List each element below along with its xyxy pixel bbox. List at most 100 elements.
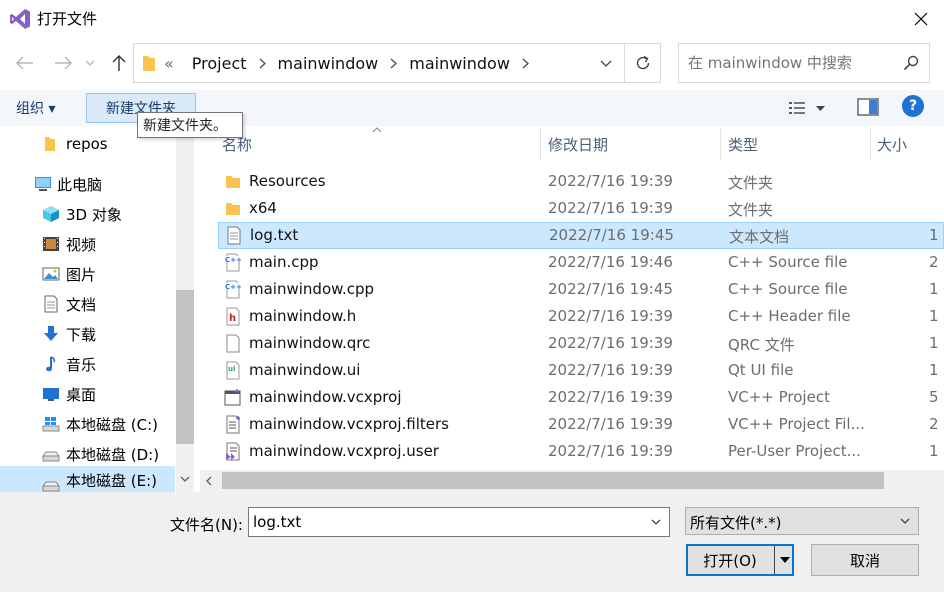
nav-item-3d-objects[interactable]: 3D 对象 (0, 199, 175, 229)
nav-item-videos[interactable]: 视频 (0, 229, 175, 259)
nav-item-label: 下载 (66, 325, 97, 344)
file-size: 5 (929, 388, 939, 406)
chevron-down-icon (651, 519, 661, 525)
preview-pane-icon[interactable] (857, 98, 879, 116)
file-name: mainwindow.vcxproj.user (249, 442, 439, 460)
chevron-right-icon[interactable] (387, 58, 400, 69)
file-row[interactable]: h mainwindow.h 2022/7/16 19:39 C++ Heade… (218, 303, 944, 330)
file-row[interactable]: mainwindow.vcxproj.filters 2022/7/16 19:… (218, 411, 944, 438)
file-row[interactable]: mainwindow.vcxproj.user 2022/7/16 19:39 … (218, 438, 944, 465)
open-button[interactable]: 打开(O) (688, 546, 772, 574)
file-name: mainwindow.vcxproj.filters (249, 415, 449, 433)
nav-item-downloads[interactable]: 下载 (0, 319, 175, 349)
help-button[interactable]: ? (902, 95, 924, 117)
file-name: main.cpp (249, 253, 319, 271)
chevron-down-icon[interactable] (180, 476, 190, 482)
chevron-left-icon[interactable] (206, 476, 212, 486)
arrow-left-icon (16, 56, 33, 70)
chevron-right-icon[interactable] (519, 58, 532, 69)
pictures-icon (42, 267, 60, 281)
nav-pane-scroll-thumb[interactable] (176, 290, 194, 444)
nav-item-drive-c[interactable]: 本地磁盘 (C:) (0, 409, 175, 439)
filename-dropdown-button[interactable] (646, 508, 666, 536)
file-list-header: 名称 修改日期 类型 大小 (200, 126, 944, 162)
file-name: mainwindow.h (249, 307, 357, 325)
file-row[interactable]: mainwindow.vcxproj 2022/7/16 19:39 VC++ … (218, 384, 944, 411)
file-size: 1 (929, 307, 939, 325)
column-header-date[interactable]: 修改日期 (548, 126, 608, 162)
svg-text:ui: ui (228, 365, 235, 373)
forward-button[interactable] (48, 48, 78, 78)
desktop-icon (43, 388, 59, 401)
file-type-filter-select[interactable]: 所有文件(*.*) (685, 507, 919, 535)
change-view-button[interactable] (788, 94, 825, 122)
file-row[interactable]: mainwindow.qrc 2022/7/16 19:39 QRC 文件 1 (218, 330, 944, 357)
breadcrumb-project[interactable]: Project (183, 54, 256, 73)
svg-text:C++: C++ (225, 256, 242, 264)
column-header-type[interactable]: 类型 (728, 126, 758, 162)
nav-item-desktop[interactable]: 桌面 (0, 379, 175, 409)
file-row[interactable]: Resources 2022/7/16 19:39 文件夹 (218, 168, 944, 195)
nav-item-drive-e[interactable]: 本地磁盘 (E:) (0, 466, 175, 492)
file-row[interactable]: ui mainwindow.ui 2022/7/16 19:39 Qt UI f… (218, 357, 944, 384)
nav-item-drive-d[interactable]: 本地磁盘 (D:) (0, 439, 175, 469)
back-button[interactable] (10, 48, 40, 78)
header-file-icon: h (226, 307, 240, 326)
new-folder-tooltip: 新建文件夹。 (137, 112, 243, 138)
file-type: Per-User Project... (728, 442, 861, 460)
nav-item-music[interactable]: 音乐 (0, 349, 175, 379)
search-icon[interactable] (903, 55, 919, 71)
nav-item-label: 本地磁盘 (E:) (66, 472, 158, 490)
video-icon (43, 237, 59, 251)
column-divider[interactable] (540, 128, 541, 160)
up-button[interactable] (104, 48, 134, 78)
file-date: 2022/7/16 19:39 (548, 199, 673, 217)
3d-objects-icon (43, 206, 59, 222)
file-row[interactable]: x64 2022/7/16 19:39 文件夹 (218, 195, 944, 222)
file-type-filter-value: 所有文件(*.*) (690, 514, 782, 532)
nav-item-documents[interactable]: 文档 (0, 289, 175, 319)
file-size: 1 (929, 361, 939, 379)
filter-dropdown-button[interactable] (895, 508, 915, 534)
drive-icon (42, 451, 60, 462)
close-icon (914, 12, 928, 26)
filename-input[interactable] (253, 508, 633, 536)
file-list-hscroll-thumb[interactable] (222, 472, 884, 489)
file-row[interactable]: C++ mainwindow.cpp 2022/7/16 19:45 C++ S… (218, 276, 944, 303)
text-file-icon (227, 226, 241, 245)
nav-item-pictures[interactable]: 图片 (0, 259, 175, 289)
recent-locations-button[interactable] (80, 48, 100, 78)
search-box[interactable] (678, 43, 930, 83)
column-divider[interactable] (720, 128, 721, 160)
file-row-selected[interactable]: log.txt 2022/7/16 19:45 文本文档 1 (218, 222, 944, 249)
title-bar: 打开文件 (0, 0, 944, 38)
breadcrumb-mainwindow-1[interactable]: mainwindow (269, 54, 388, 73)
search-input[interactable] (688, 44, 898, 82)
file-name: log.txt (250, 226, 299, 244)
file-date: 2022/7/16 19:39 (548, 415, 673, 433)
file-type: 文件夹 (728, 201, 774, 219)
open-split-button[interactable]: 打开(O) (686, 544, 794, 576)
file-date: 2022/7/16 19:39 (548, 334, 673, 352)
file-type: C++ Header file (728, 307, 851, 325)
folder-icon (226, 203, 240, 215)
nav-item-this-pc[interactable]: 此电脑 (0, 169, 175, 199)
file-size: 2 (929, 415, 939, 433)
column-divider[interactable] (870, 128, 871, 160)
breadcrumb-overflow[interactable]: « (162, 54, 183, 73)
address-bar[interactable]: « Project mainwindow mainwindow (133, 43, 661, 83)
file-name: mainwindow.cpp (249, 280, 375, 298)
breadcrumb-mainwindow-2[interactable]: mainwindow (400, 54, 519, 73)
close-button[interactable] (898, 0, 944, 38)
file-type: VC++ Project (728, 388, 830, 406)
refresh-button[interactable] (624, 44, 660, 82)
column-header-size[interactable]: 大小 (877, 126, 907, 162)
file-row[interactable]: C++ main.cpp 2022/7/16 19:46 C++ Source … (218, 249, 944, 276)
music-icon (46, 356, 56, 372)
chevron-right-icon[interactable] (256, 58, 269, 69)
filename-combobox[interactable] (248, 507, 670, 537)
open-options-button[interactable] (774, 546, 794, 574)
cancel-button[interactable]: 取消 (811, 544, 919, 576)
organize-button[interactable]: 组织 ▾ (16, 94, 55, 122)
address-dropdown-button[interactable] (588, 44, 624, 82)
